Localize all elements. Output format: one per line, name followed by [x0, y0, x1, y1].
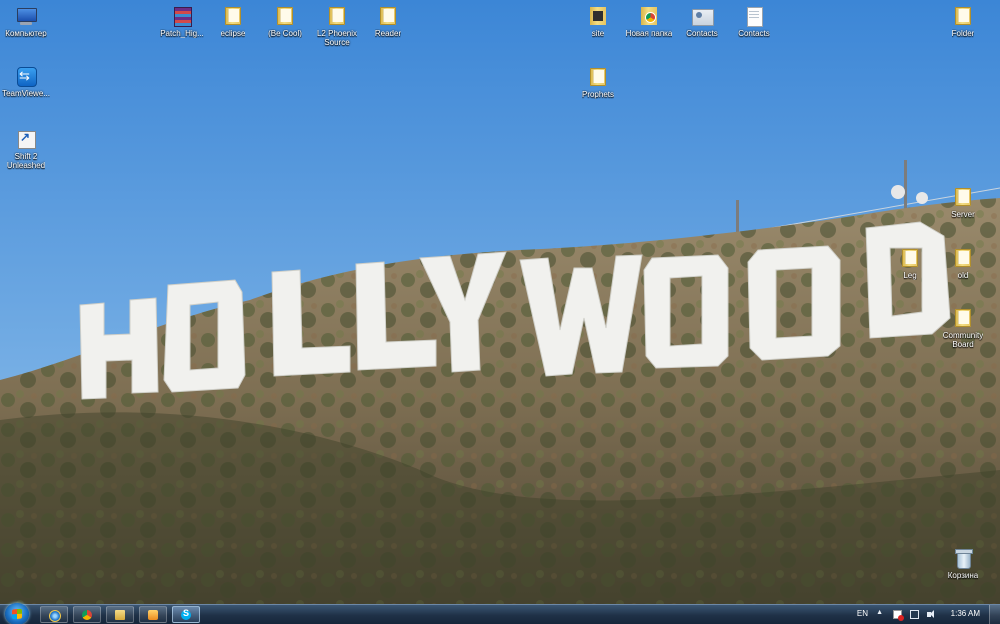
- show-desktop-button[interactable]: [989, 605, 1000, 624]
- folder-icon: [952, 247, 974, 269]
- folder-icon: [587, 66, 609, 88]
- icon-label: (Be Cool): [268, 29, 302, 38]
- windows-logo-icon: [12, 608, 22, 620]
- icon-label: old: [957, 271, 969, 280]
- taskbar-windows-explorer[interactable]: [106, 606, 134, 623]
- icon-label: Server: [951, 210, 975, 219]
- desktop-icon-shift2[interactable]: Shift 2 Unleashed: [0, 128, 58, 170]
- taskbar-skype[interactable]: [172, 606, 200, 623]
- desktop-icon-folder[interactable]: Folder: [931, 5, 995, 38]
- volume-icon[interactable]: [927, 610, 936, 619]
- icon-label: Reader: [374, 29, 402, 38]
- icon-label: Folder: [951, 29, 975, 38]
- desktop-icon-computer[interactable]: Компьютер: [0, 5, 58, 38]
- chrome-folder-icon: [638, 5, 660, 27]
- start-button[interactable]: [5, 603, 29, 624]
- desktop-icon-community-board[interactable]: Community Board: [931, 307, 995, 349]
- icon-label: eclipse: [220, 29, 246, 38]
- desktop[interactable]: Компьютер TeamViewe... Shift 2 Unleashed…: [0, 0, 1000, 624]
- taskbar-chrome[interactable]: [73, 606, 101, 623]
- clock[interactable]: 1:36 AM: [951, 609, 980, 619]
- chrome-icon: [82, 610, 92, 620]
- desktop-icon-prophets[interactable]: Prophets: [566, 66, 630, 99]
- wallpaper-hollywood: [0, 0, 1000, 624]
- icon-label: Community Board: [942, 331, 984, 349]
- icon-label: site: [591, 29, 605, 38]
- media-player-icon: [148, 610, 158, 620]
- skype-icon: [181, 608, 191, 620]
- folder-icon: [377, 5, 399, 27]
- icon-label: Contacts: [738, 29, 770, 38]
- icon-label: L2 Phoenix Source: [316, 29, 358, 47]
- show-hidden-icons-button[interactable]: ▲: [876, 608, 883, 618]
- icon-label: Shift 2 Unleashed: [6, 152, 46, 170]
- document-icon: [743, 5, 765, 27]
- taskbar: EN ▲ 1:36 AM: [0, 603, 1000, 624]
- contacts-icon: [691, 5, 714, 27]
- desktop-icon-server[interactable]: Server: [931, 186, 995, 219]
- action-center-flag-icon[interactable]: [893, 610, 904, 621]
- recycle-bin-icon: [952, 547, 974, 569]
- computer-icon: [15, 5, 37, 27]
- taskbar-internet-explorer[interactable]: [40, 606, 68, 623]
- icon-label: Компьютер: [5, 29, 47, 38]
- folder-icon: [899, 247, 921, 269]
- icon-label: Patch_Hig...: [160, 29, 204, 38]
- folder-icon: [326, 5, 348, 27]
- system-tray: EN ▲ 1:36 AM: [830, 605, 1000, 624]
- folder-icon: [952, 307, 974, 329]
- language-indicator[interactable]: EN: [857, 609, 868, 619]
- icon-label: Leg: [903, 271, 917, 280]
- icon-label: Prophets: [581, 90, 615, 99]
- shortcut-icon: [15, 128, 37, 150]
- winrar-archive-icon: [171, 5, 193, 27]
- folder-icon: [952, 5, 974, 27]
- internet-explorer-icon: [49, 610, 61, 622]
- icon-label: Корзина: [947, 571, 979, 580]
- desktop-icon-contacts-2[interactable]: Contacts: [722, 5, 786, 38]
- desktop-icon-recycle-bin[interactable]: Корзина: [931, 547, 995, 580]
- desktop-icon-reader[interactable]: Reader: [356, 5, 420, 38]
- folder-icon: [115, 610, 125, 620]
- icon-label: TeamViewe...: [2, 89, 50, 98]
- desktop-icon-old[interactable]: old: [931, 247, 995, 280]
- icon-label: Contacts: [686, 29, 718, 38]
- folder-icon: [222, 5, 244, 27]
- taskbar-media-player[interactable]: [139, 606, 167, 623]
- folder-icon: [952, 186, 974, 208]
- teamviewer-icon: [15, 65, 37, 87]
- icon-label: Новая папка: [625, 29, 673, 38]
- network-icon[interactable]: [910, 610, 919, 619]
- folder-icon: [587, 5, 609, 27]
- folder-icon: [274, 5, 296, 27]
- desktop-icon-teamviewer[interactable]: TeamViewe...: [0, 65, 58, 98]
